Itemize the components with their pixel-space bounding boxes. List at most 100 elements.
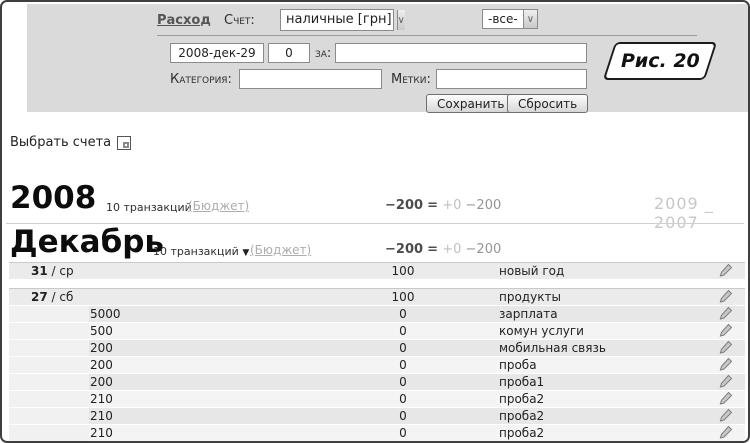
year-title: 2008 [10, 183, 96, 213]
edit-button[interactable] [719, 289, 733, 304]
edit-button[interactable] [719, 425, 733, 440]
year-income: +0 [442, 198, 461, 213]
transaction-value: 0 [357, 341, 449, 355]
transaction-value: 0 [357, 426, 449, 440]
transaction-amount: 210 [90, 409, 113, 423]
transaction-label: мобильная связь [499, 341, 606, 355]
date-input[interactable] [170, 43, 264, 63]
transaction-label: проба [499, 358, 537, 372]
year-totals: −200 = +0 −200 [385, 198, 501, 213]
tags-label: Метки: [391, 72, 431, 87]
pencil-icon [719, 340, 733, 355]
month-transactions-label: 10 транзакций [153, 245, 239, 258]
year-nav-separator: _ [705, 194, 714, 213]
month-total: −200 [385, 242, 423, 257]
pencil-icon [719, 289, 733, 304]
transactions-table: 31 / ср100новый год27 / сб100продукты500… [9, 262, 745, 442]
pencil-icon [719, 374, 733, 389]
transaction-label: зарплата [499, 307, 558, 321]
day-row: 27 / сб100продукты [9, 288, 745, 305]
transaction-value: 100 [357, 290, 449, 304]
transaction-row: 210 0 проба2 [9, 408, 745, 424]
transaction-value: 0 [357, 375, 449, 389]
transaction-row: 2000проба1 [9, 374, 745, 390]
edit-button[interactable] [719, 263, 733, 278]
edit-button[interactable] [719, 357, 733, 372]
edit-button[interactable] [719, 340, 733, 355]
description-input[interactable] [335, 43, 587, 63]
popup-window-icon[interactable] [117, 136, 131, 150]
pencil-icon [719, 306, 733, 321]
pencil-icon [719, 391, 733, 406]
year-total: −200 [385, 198, 423, 213]
tags-input[interactable] [436, 69, 587, 89]
transaction-amount: 500 [90, 324, 113, 338]
chevron-down-icon[interactable]: ∨ [523, 10, 537, 28]
choose-accounts: Выбрать счета [10, 135, 131, 150]
transaction-label: проба2 [499, 409, 544, 423]
figure-number-label: Рис. 20 [621, 50, 700, 72]
pencil-icon [719, 323, 733, 338]
transaction-value: 0 [357, 307, 449, 321]
edit-button[interactable] [719, 374, 733, 389]
choose-accounts-label: Выбрать счета [10, 135, 111, 150]
transaction-value: 0 [357, 324, 449, 338]
transaction-row: 210 0 проба2 [9, 391, 745, 407]
transaction-value: 100 [357, 264, 449, 278]
category-label: Категория: [170, 72, 232, 87]
year-link-2009[interactable]: 2009 [654, 194, 699, 213]
transaction-amount: 200 [90, 341, 113, 355]
transaction-label: проба2 [499, 426, 544, 440]
chevron-down-icon[interactable]: ∨ [397, 10, 405, 30]
filter-select-value: -все- [483, 10, 523, 28]
row-gap [9, 280, 745, 288]
day-label: 27 / сб [31, 290, 73, 304]
transaction-amount: 200 [90, 375, 113, 389]
month-budget-link[interactable]: (Бюджет) [250, 243, 311, 257]
transaction-label: проба2 [499, 392, 544, 406]
pencil-icon [719, 357, 733, 372]
month-title: Декабрь [10, 227, 164, 257]
pencil-icon [719, 263, 733, 278]
transaction-row: 200 0 проба [9, 357, 745, 373]
edit-button[interactable] [719, 391, 733, 406]
account-select[interactable]: наличные [грн] ∨ [280, 9, 394, 31]
transaction-row: 210 0 проба2 [9, 425, 745, 441]
edit-button[interactable] [719, 306, 733, 321]
transaction-amount: 200 [90, 358, 113, 372]
figure-frame: Расход Счет: наличные [грн] ∨ за: Катего… [0, 0, 750, 443]
year-transactions-count: 10 транзакций [106, 201, 192, 214]
amount-input[interactable] [268, 43, 310, 63]
expense-tab-link[interactable]: Расход [157, 13, 211, 28]
day-row: 31 / ср 100 новый год [9, 262, 745, 279]
form-divider [157, 35, 697, 36]
equals-sign: = [427, 242, 438, 257]
transaction-amount: 5000 [90, 307, 121, 321]
entry-form-panel: Расход Счет: наличные [грн] ∨ за: Катего… [27, 4, 748, 112]
transaction-label: комун услуги [499, 324, 584, 338]
transaction-amount: 210 [90, 392, 113, 406]
transaction-value: 0 [357, 392, 449, 406]
transaction-value: 0 [357, 409, 449, 423]
day-label: 31 / ср [31, 264, 74, 278]
edit-button[interactable] [719, 408, 733, 423]
month-income: +0 [442, 242, 461, 257]
transaction-label: новый год [499, 264, 564, 278]
transaction-value: 0 [357, 358, 449, 372]
figure-number-badge: Рис. 20 [603, 42, 717, 80]
account-label: Счет: [224, 13, 255, 28]
reset-button[interactable]: Сбросить [507, 94, 588, 113]
month-expense: −200 [466, 242, 502, 257]
transaction-amount: 210 [90, 426, 113, 440]
edit-button[interactable] [719, 323, 733, 338]
transaction-row: 5000 0 зарплата [9, 306, 745, 322]
pencil-icon [719, 425, 733, 440]
month-transactions-count: 10 транзакций ▼ [153, 245, 249, 258]
year-budget-link[interactable]: (Бюджет) [188, 199, 249, 213]
expand-triangle-icon[interactable]: ▼ [242, 248, 249, 258]
year-expense: −200 [466, 198, 502, 213]
category-input[interactable] [239, 69, 382, 89]
filter-select[interactable]: -все- ∨ [482, 9, 538, 29]
equals-sign: = [427, 198, 438, 213]
save-button[interactable]: Сохранить [426, 94, 516, 113]
